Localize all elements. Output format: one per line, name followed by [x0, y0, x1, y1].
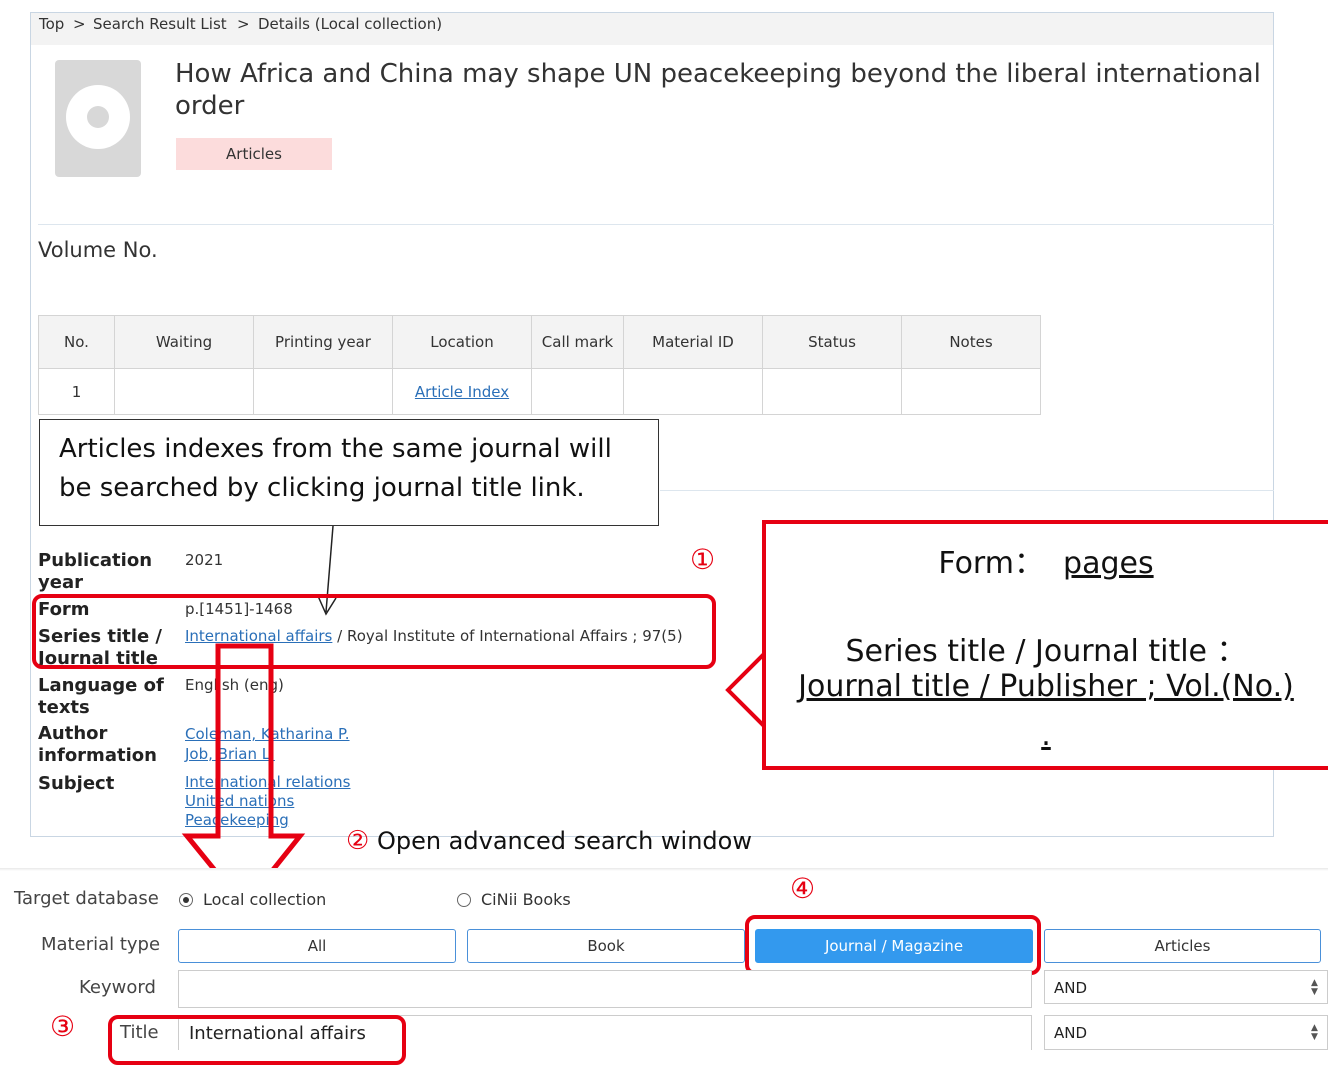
breadcrumb-current: Details (Local collection)	[258, 15, 443, 33]
callout-dot-text: .	[1041, 718, 1051, 753]
cell-location: Article Index	[392, 368, 532, 415]
cell-material-id	[623, 368, 763, 415]
column-header: Printing year	[253, 315, 393, 369]
column-header: No.	[38, 315, 115, 369]
callout-form-line: Form： pages	[766, 538, 1326, 582]
radio-cinii-books[interactable]	[457, 893, 471, 907]
column-header: Status	[762, 315, 902, 369]
title-operator-value: AND	[1054, 1024, 1088, 1042]
radio-selected-dot	[183, 897, 189, 903]
section-divider	[660, 490, 1274, 491]
callout-series-line: Series title / Journal title ：	[845, 634, 1247, 669]
material-type-label: Material type	[41, 934, 161, 955]
language-label: Language of texts	[38, 675, 164, 718]
window-edge	[0, 868, 1328, 871]
material-all-button[interactable]: All	[178, 929, 456, 963]
cell-notes	[901, 368, 1041, 415]
marker-2: ②	[346, 826, 370, 856]
marker-3: ③	[50, 1010, 76, 1043]
keyword-input[interactable]	[178, 970, 1032, 1008]
callout-journal-link-tip: Articles indexes from the same journal w…	[39, 419, 659, 526]
keyword-operator-value: AND	[1054, 979, 1088, 997]
callout-form-prefix: Form：	[938, 546, 1044, 581]
record-thumbnail-dot	[87, 106, 109, 128]
table-row: 1 Article Index	[38, 368, 1041, 415]
marker-1: ①	[690, 543, 716, 576]
language-value: English (eng)	[185, 676, 284, 694]
subject-link[interactable]: United nations	[185, 792, 350, 811]
breadcrumb-separator: >	[73, 15, 86, 33]
callout-line: be searched by clicking journal title li…	[59, 473, 585, 503]
radio-local-collection[interactable]	[179, 893, 193, 907]
column-header: Call mark	[531, 315, 624, 369]
subject-link[interactable]: International relations	[185, 773, 350, 792]
publication-year-label: Publication year	[38, 550, 153, 593]
breadcrumb-search-result-list[interactable]: Search Result List	[93, 15, 227, 33]
author-link[interactable]: Coleman, Katharina P.	[185, 724, 350, 744]
marker-2-caption: ② Open advanced search window	[346, 826, 752, 856]
column-header: Material ID	[623, 315, 763, 369]
highlight-box-journal	[745, 915, 1041, 975]
author-link[interactable]: Job, Brian L.	[185, 744, 350, 764]
volume-heading: Volume No.	[38, 238, 158, 262]
callout-series-format: Journal title / Publisher ; Vol.(No.)	[798, 669, 1294, 704]
keyword-operator-select[interactable]: AND ▲ ▼	[1044, 970, 1328, 1004]
marker-4: ④	[790, 872, 816, 905]
highlight-box-series	[32, 594, 716, 669]
marker-2-text: Open advanced search window	[376, 827, 752, 855]
breadcrumb-top[interactable]: Top	[39, 15, 64, 33]
highlight-box-title	[108, 1015, 406, 1065]
section-divider	[38, 224, 1274, 225]
record-title: How Africa and China may shape UN peacek…	[175, 59, 1261, 121]
title-operator-select[interactable]: AND ▲ ▼	[1044, 1015, 1328, 1050]
author-list: Coleman, Katharina P. Job, Brian L.	[185, 724, 350, 764]
subject-list: International relations United nations P…	[185, 773, 350, 830]
table-header-row: No. Waiting Printing year Location Call …	[38, 315, 1041, 369]
callout-form-value: pages	[1063, 546, 1154, 581]
holdings-table: No. Waiting Printing year Location Call …	[38, 315, 1041, 415]
subject-link[interactable]: Peacekeeping	[185, 811, 350, 830]
subject-label: Subject	[38, 773, 115, 794]
cell-printing-year	[253, 368, 393, 415]
cell-waiting	[114, 368, 254, 415]
article-index-link[interactable]: Article Index	[415, 383, 509, 401]
material-articles-button[interactable]: Articles	[1044, 929, 1321, 963]
radio-cinii-books-label[interactable]: CiNii Books	[481, 890, 571, 909]
radio-local-collection-label[interactable]: Local collection	[203, 890, 326, 909]
column-header: Notes	[901, 315, 1041, 369]
author-label: Author information	[38, 723, 157, 766]
target-database-label: Target database	[14, 888, 159, 909]
select-arrows-icon: ▲ ▼	[1311, 978, 1318, 997]
callout-line: Articles indexes from the same journal w…	[59, 434, 612, 464]
column-header: Location	[392, 315, 532, 369]
breadcrumb-separator: >	[237, 15, 250, 33]
cell-call-mark	[531, 368, 624, 415]
keyword-label: Keyword	[79, 977, 156, 998]
select-arrows-icon: ▲ ▼	[1311, 1023, 1318, 1042]
material-book-button[interactable]: Book	[467, 929, 745, 963]
cell-status	[762, 368, 902, 415]
column-header: Waiting	[114, 315, 254, 369]
material-type-badge: Articles	[176, 138, 332, 170]
publication-year-value: 2021	[185, 551, 224, 569]
cell-no: 1	[38, 368, 115, 415]
callout-dot: .	[766, 718, 1326, 753]
